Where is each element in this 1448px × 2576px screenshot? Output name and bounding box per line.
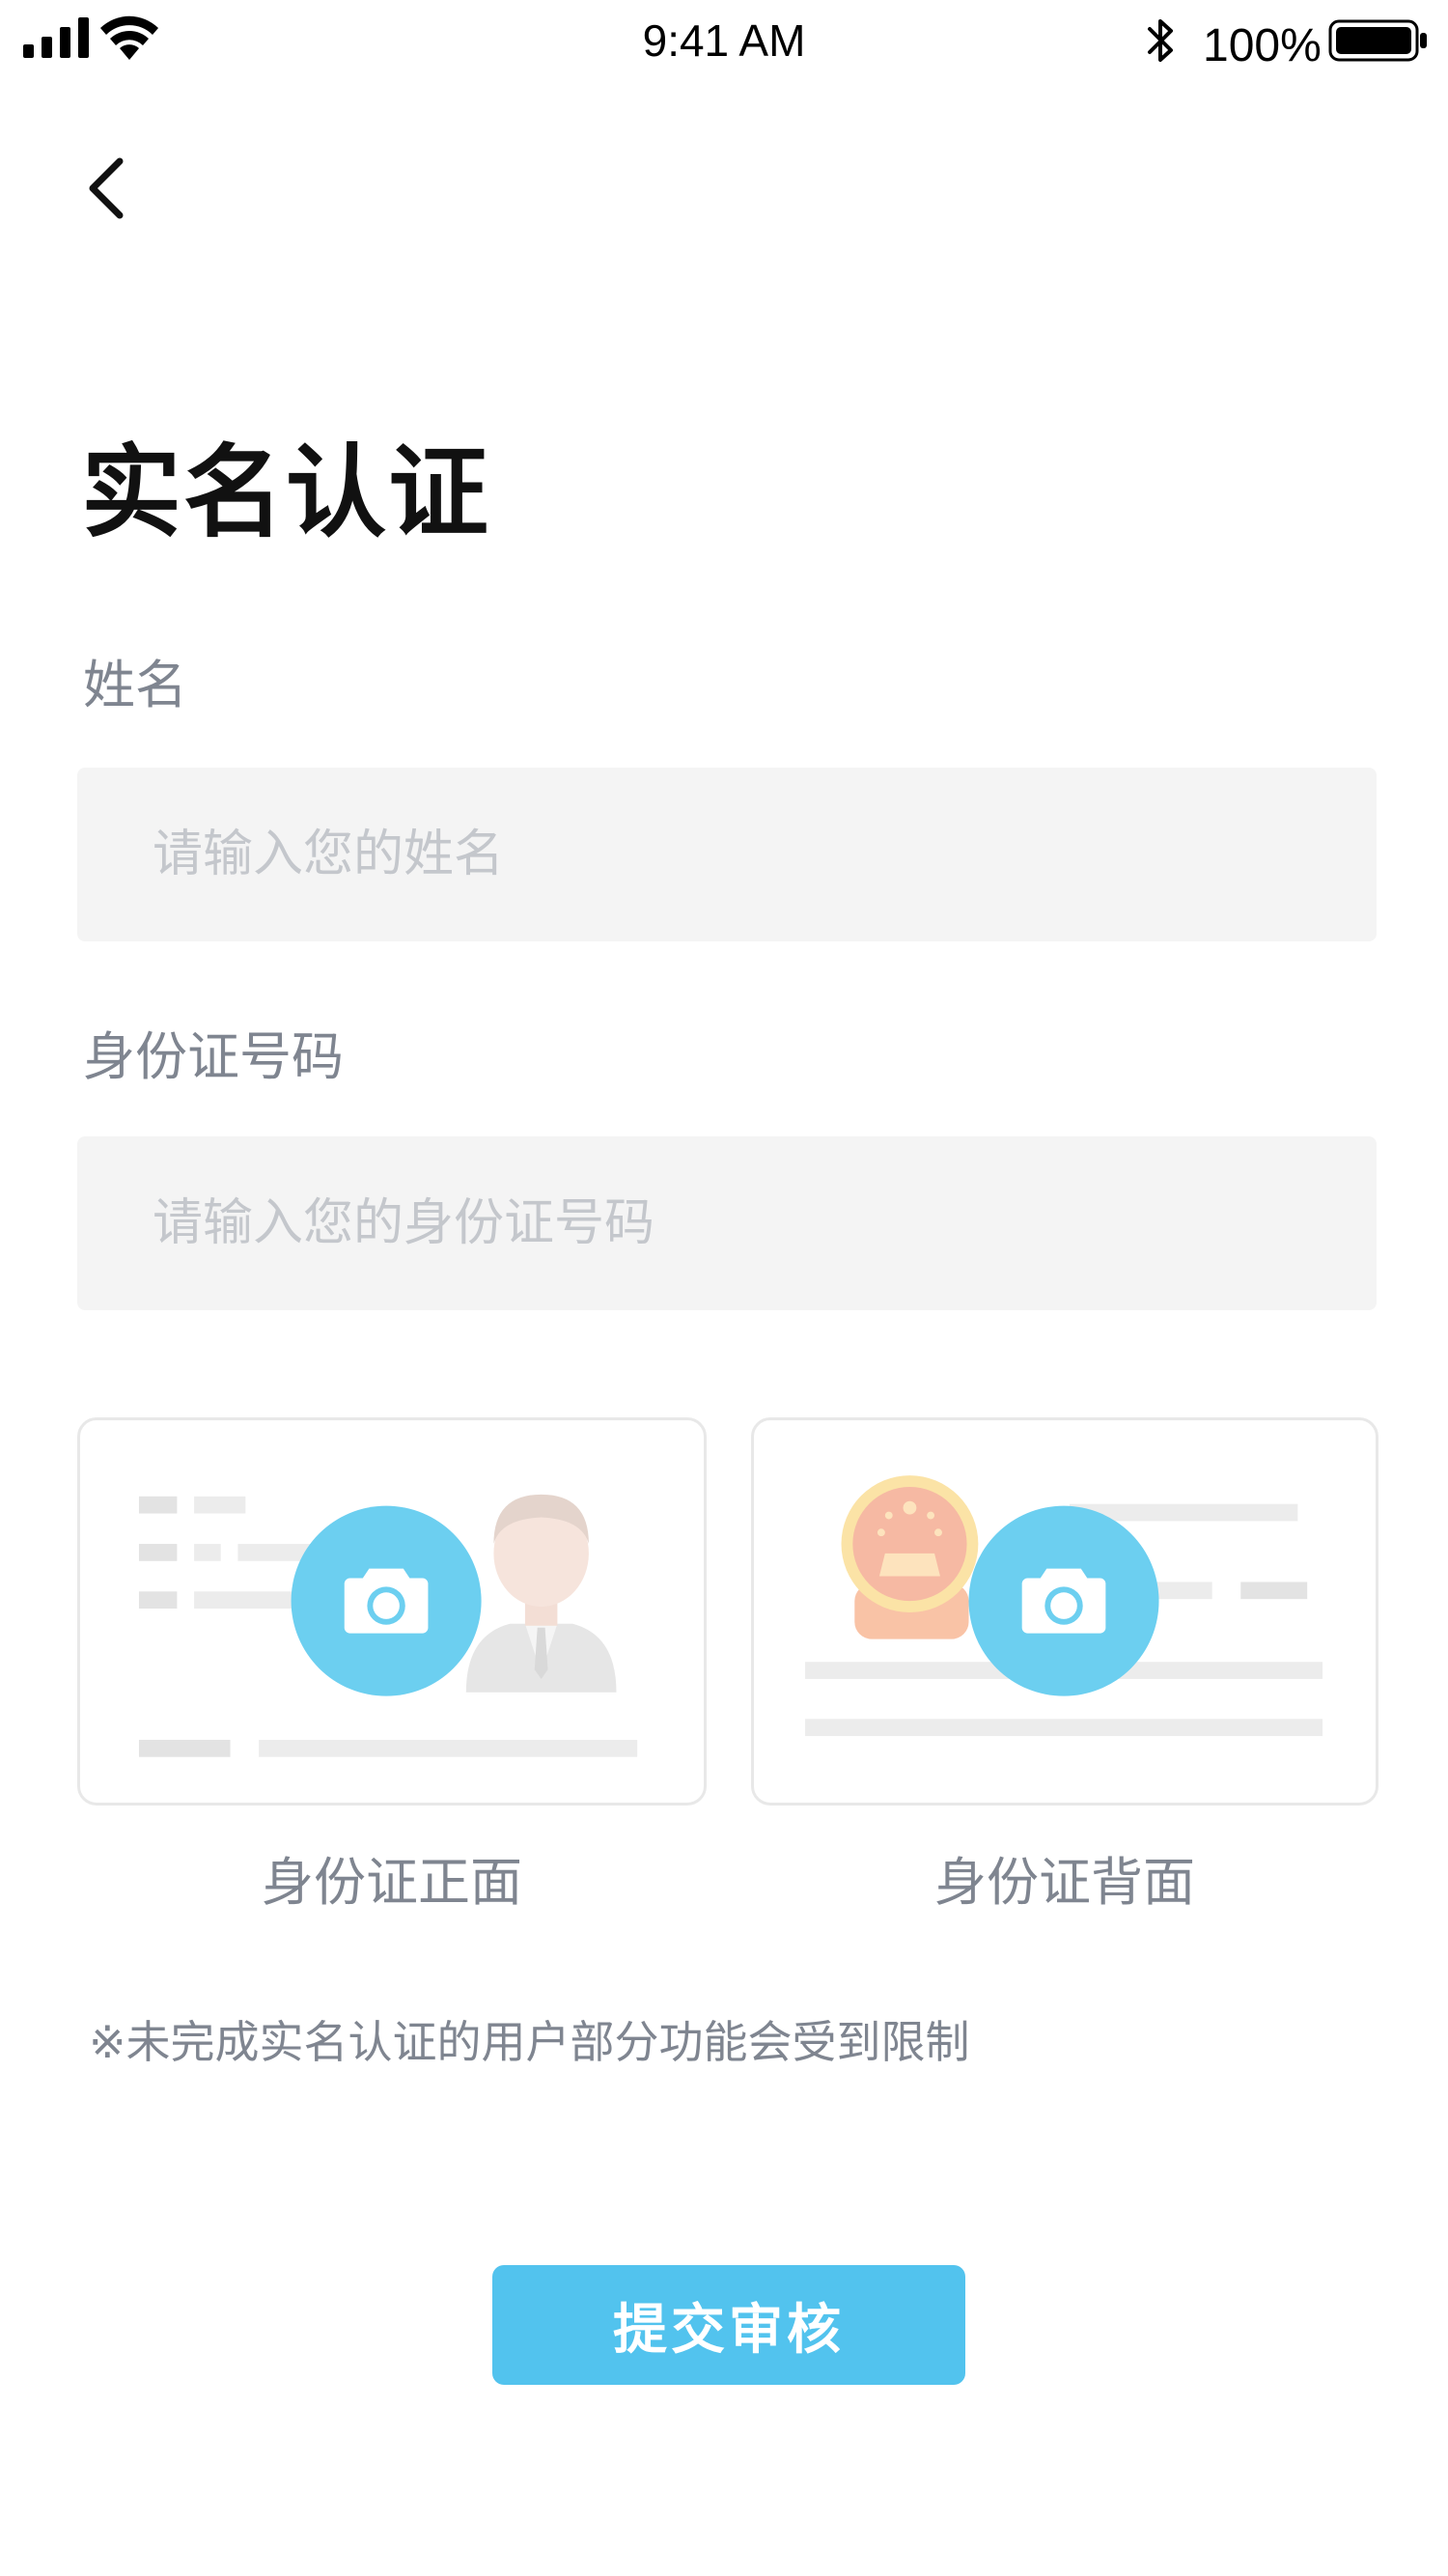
- chevron-left-icon: [89, 157, 124, 219]
- id-card-front-caption: 身份证正面: [262, 1852, 522, 1913]
- submit-review-button[interactable]: 提交审核: [492, 2265, 965, 2385]
- camera-icon: [344, 1568, 429, 1634]
- back-button[interactable]: [68, 145, 145, 232]
- name-label: 姓名: [83, 655, 187, 715]
- camera-icon: [1021, 1568, 1106, 1634]
- id-card-front-upload[interactable]: [77, 1417, 707, 1806]
- real-name-verification-screen: 9:41 AM 100% 实名认证 姓名 身份证号码: [0, 0, 1448, 2576]
- id-number-label: 身份证号码: [83, 1026, 344, 1087]
- national-emblem-icon: [841, 1475, 979, 1639]
- status-bar: 9:41 AM 100%: [0, 0, 1448, 87]
- battery-icon: [1328, 19, 1427, 62]
- name-input[interactable]: [77, 768, 1377, 941]
- id-card-front-illustration: [138, 1494, 638, 1757]
- bluetooth-icon: [1148, 19, 1173, 62]
- id-card-back-upload[interactable]: [751, 1417, 1378, 1806]
- restriction-notice: ※未完成实名认证的用户部分功能会受到限制: [89, 2016, 970, 2068]
- id-card-back-illustration: [805, 1475, 1323, 1737]
- id-number-input[interactable]: [77, 1136, 1377, 1310]
- id-card-back-caption: 身份证背面: [934, 1852, 1195, 1913]
- battery-percent: 100%: [1203, 20, 1322, 71]
- page-title: 实名认证: [81, 434, 491, 551]
